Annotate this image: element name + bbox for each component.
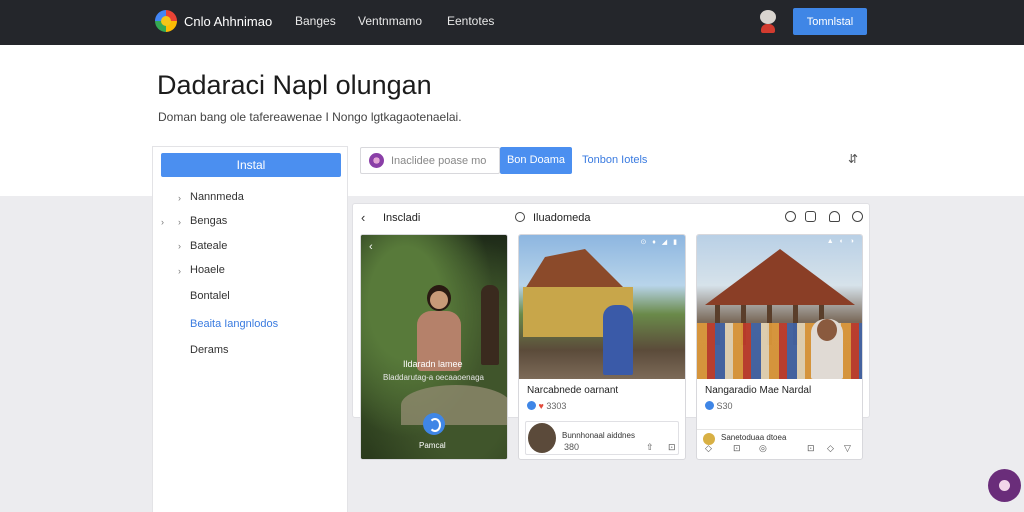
post-author[interactable]: Narcabnede oarnant: [527, 385, 618, 396]
status-icons: ▲ ◐ ◑: [826, 238, 856, 245]
more-icon[interactable]: ▽: [844, 443, 851, 454]
search-text: Inaclidee poase mo: [391, 155, 487, 167]
top-nav: Cnlo Ahhnimao Banges Ventnmamo Eentotes …: [0, 0, 1024, 45]
back-arrow-icon[interactable]: ‹: [361, 210, 365, 225]
sidebar: Instal › Nannmeda › › Bengas › Bateale ›…: [152, 146, 348, 512]
reaction-count: S30: [716, 401, 733, 411]
settings-icon[interactable]: [852, 211, 863, 222]
like-icon[interactable]: ◇: [705, 443, 712, 454]
page-title: Dadaraci Napl olungan: [157, 70, 432, 100]
sidebar-item-5[interactable]: Bontalel: [190, 290, 230, 302]
sidebar-item-6[interactable]: Beaita Iangnlodos: [190, 318, 278, 330]
search-button[interactable]: Bon Doama: [500, 147, 572, 174]
comment-box[interactable]: Bunnhonaal aiddnes 380 ⇧ ⊡: [525, 421, 679, 455]
sidebar-item-7[interactable]: Derams: [190, 344, 229, 356]
chat-icon[interactable]: [805, 211, 816, 222]
feed-subtitle: Iluadomeda: [533, 212, 591, 224]
search-input[interactable]: Inaclidee poase mo: [360, 147, 500, 174]
chevron-right-icon: ›: [178, 266, 181, 276]
sidebar-item-4[interactable]: Hoaele: [190, 264, 225, 276]
post-card[interactable]: ▲ ◐ ◑ Nangaradio Mae Nardal S30 Sanetodu…: [696, 234, 863, 460]
play-label: Pamcal: [419, 441, 446, 450]
emoji-icon[interactable]: ◎: [759, 443, 767, 454]
nav-link-1[interactable]: Banges: [295, 14, 336, 28]
avatar: [528, 423, 556, 453]
nav-link-2[interactable]: Ventnmamo: [358, 14, 422, 28]
sidebar-item-1[interactable]: Nannmeda: [190, 191, 244, 203]
feed-title: Inscladi: [383, 212, 421, 224]
sidebar-install-button[interactable]: Instal: [161, 153, 341, 177]
back-arrow-icon[interactable]: ‹: [369, 241, 373, 253]
post-photo: ⊙ ♦ ◢ ▮: [519, 235, 685, 379]
sidebar-item-2[interactable]: Bengas: [190, 215, 227, 227]
status-icons: ⊙ ♦ ◢ ▮: [640, 239, 679, 246]
reaction-row[interactable]: ♥ 3303: [527, 401, 566, 411]
video-subcaption: Bladdarutag-a oecaaoenaga: [383, 373, 484, 382]
sidebar-item-3[interactable]: Bateale: [190, 240, 227, 252]
post-photo: ▲ ◐ ◑: [697, 235, 862, 379]
brand-name[interactable]: Cnlo Ahhnimao: [184, 14, 272, 29]
user-avatar-icon[interactable]: [757, 10, 779, 34]
brand-logo-icon[interactable]: [155, 10, 177, 32]
post-author[interactable]: Nangaradio Mae Nardal: [705, 385, 811, 396]
statue-figure: [481, 285, 499, 365]
chevron-right-icon: ›: [178, 193, 181, 203]
reaction-count: 3303: [546, 401, 567, 411]
chevron-right-icon: ›: [178, 241, 181, 251]
circle-icon[interactable]: [515, 212, 525, 222]
nav-link-3[interactable]: Eentotes: [447, 14, 494, 28]
sort-icon[interactable]: ⇵: [848, 152, 858, 166]
video-caption: Ildaradn lamee: [403, 359, 463, 369]
commenter-name: Sanetoduaa dtoea: [721, 433, 787, 442]
comment-icon[interactable]: ⊡: [733, 443, 741, 454]
chevron-right-icon: ›: [178, 217, 181, 227]
chevron-right-icon[interactable]: ›: [161, 217, 164, 227]
comment-count: 380: [564, 442, 580, 452]
reaction-row[interactable]: S30: [705, 401, 733, 411]
install-button[interactable]: Tomnlstal: [793, 8, 867, 35]
chat-fab-button[interactable]: [988, 469, 1021, 502]
woman-figure: [415, 285, 463, 385]
like-icon[interactable]: [705, 401, 714, 410]
post-card[interactable]: ⊙ ♦ ◢ ▮ Narcabnede oarnant ♥ 3303 Bunnho…: [518, 234, 686, 460]
comment-icon[interactable]: ⊡: [668, 442, 676, 453]
filter-link[interactable]: Tonbon Iotels: [582, 154, 647, 166]
share-icon[interactable]: ⊡: [807, 443, 815, 454]
heart-icon[interactable]: ♥: [539, 401, 544, 411]
bell-icon[interactable]: [829, 211, 840, 222]
like-icon[interactable]: [527, 401, 536, 410]
commenter-name: Bunnhonaal aiddnes: [562, 431, 635, 440]
page-subtitle: Doman bang ole tafereawenae I Nongo lgtk…: [158, 110, 462, 124]
bookmark-icon[interactable]: ◇: [827, 443, 834, 454]
refresh-icon[interactable]: [785, 211, 796, 222]
post-card-video[interactable]: ‹ Ildaradn lamee Bladdarutag-a oecaaoena…: [360, 234, 508, 460]
search-icon: [369, 153, 384, 168]
share-icon[interactable]: ⇧: [646, 442, 654, 453]
play-icon[interactable]: [423, 413, 445, 435]
